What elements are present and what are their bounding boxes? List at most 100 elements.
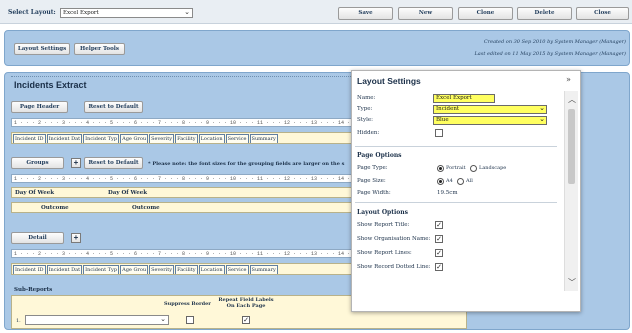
settings-scrollbar[interactable]: ︿ ﹀ (564, 91, 578, 291)
divider (355, 146, 557, 147)
show-organisation-name-checkbox[interactable]: ✓ (435, 235, 443, 243)
type-value: Incident (436, 106, 460, 112)
layout-select[interactable]: Excel Export ⌄ (60, 8, 193, 18)
layout-settings-button[interactable]: Layout Settings (14, 43, 70, 55)
group-label: Day Of Week (15, 190, 55, 196)
save-button[interactable]: Save (338, 7, 393, 20)
field-location[interactable]: Location (198, 134, 225, 143)
field-incident-date[interactable]: Incident Dat (46, 265, 83, 274)
scrollbar-thumb[interactable] (568, 109, 575, 184)
chevron-down-icon: ⌄ (184, 8, 190, 16)
a4-radio[interactable] (437, 178, 444, 185)
group-field: Day Of Week (108, 190, 148, 196)
field-location[interactable]: Location (198, 265, 225, 274)
field-incident-id[interactable]: Incident ID (13, 134, 46, 143)
detail-ruler: 1 · · · 2 · · · 3 · · · 4 · · · 5 · · · … (11, 249, 355, 258)
repeat-field-labels-checkbox[interactable]: ✓ (242, 316, 250, 324)
close-button[interactable]: Close (576, 7, 629, 20)
report-title: Incidents Extract (14, 80, 87, 90)
chevron-up-icon[interactable]: ︿ (568, 94, 576, 105)
chevron-down-icon: ⌄ (539, 105, 545, 112)
group-row-outcome[interactable]: Outcome Outcome (11, 202, 355, 213)
repeat-field-labels-label: Repeat Field Labels On Each Page (218, 297, 274, 309)
field-facility[interactable]: Facility (175, 265, 198, 274)
groups-button[interactable]: Groups (11, 157, 64, 169)
groups-font-note: * Please note: the font sizes for the gr… (148, 161, 345, 167)
helper-tools-button[interactable]: Helper Tools (74, 43, 125, 55)
portrait-radio[interactable] (437, 165, 444, 172)
field-incident-type[interactable]: Incident Typ (83, 134, 120, 143)
page-width-value: 19.5cm (437, 190, 458, 196)
checkmark-icon: ✓ (436, 249, 442, 257)
chevron-down-icon: ⌄ (160, 315, 166, 323)
layout-options-title: Layout Options (357, 209, 409, 216)
hidden-label: Hidden: (357, 130, 380, 136)
field-incident-id[interactable]: Incident ID (13, 265, 46, 274)
a4-label: A4 (446, 178, 453, 184)
new-button[interactable]: New (398, 7, 453, 20)
show-report-lines-label: Show Report Lines: (357, 250, 412, 256)
layout-settings-dialog: Layout Settings » Name: Excel Export Typ… (351, 70, 581, 312)
divider (355, 202, 557, 203)
field-summary[interactable]: Summary (249, 265, 278, 274)
page-header-ruler: 1 · · · 2 · · · 3 · · · 4 · · · 5 · · · … (11, 118, 355, 127)
page-size-label: Page Size: (357, 178, 386, 184)
double-chevron-icon[interactable]: » (566, 75, 571, 84)
page-header-fields: Incident ID Incident Dat Incident Typ Age G… (11, 132, 355, 144)
style-value: Blue (436, 117, 449, 123)
groups-ruler: 1 · · · 2 · · · 3 · · · 4 · · · 5 · · · … (11, 174, 355, 183)
add-detail-plus-icon[interactable]: + (71, 233, 81, 243)
landscape-label: Landscape (479, 165, 507, 171)
style-select[interactable]: Blue ⌄ (433, 116, 547, 125)
type-label: Type: (357, 106, 373, 112)
chevron-down-icon: ⌄ (539, 116, 545, 123)
layout-select-value: Excel Export (63, 10, 99, 16)
show-record-dotted-line-label: Show Record Dotted Line: (357, 264, 431, 270)
landscape-radio[interactable] (470, 165, 477, 172)
show-record-dotted-line-checkbox[interactable]: ✓ (435, 263, 443, 271)
delete-button[interactable]: Delete (517, 7, 572, 20)
name-label: Name: (357, 95, 376, 101)
add-group-plus-icon[interactable]: + (71, 158, 81, 168)
field-age-group[interactable]: Age Grou (120, 265, 149, 274)
field-severity[interactable]: Severity (149, 265, 175, 274)
layout-settings-title: Layout Settings (357, 76, 421, 86)
layout-toolbar-panel: Layout Settings Helper Tools Created on … (4, 30, 630, 66)
edited-info: Last edited on 11 May 2015 by System Man… (474, 51, 626, 57)
subreport-row-number: 1. (16, 318, 21, 324)
field-incident-type[interactable]: Incident Typ (83, 265, 120, 274)
show-report-title-checkbox[interactable]: ✓ (435, 221, 443, 229)
page-options-title: Page Options (357, 152, 402, 159)
field-service[interactable]: Service (225, 134, 249, 143)
field-service[interactable]: Service (225, 265, 249, 274)
field-incident-date[interactable]: Incident Dat (46, 134, 83, 143)
page-header-reset-button[interactable]: Reset to Default (84, 101, 143, 113)
page-width-label: Page Width: (357, 190, 391, 196)
type-select[interactable]: Incident ⌄ (433, 105, 547, 114)
name-input[interactable]: Excel Export (433, 94, 495, 103)
field-facility[interactable]: Facility (175, 134, 198, 143)
field-summary[interactable]: Summary (249, 134, 278, 143)
show-report-lines-checkbox[interactable]: ✓ (435, 249, 443, 257)
groups-reset-button[interactable]: Reset to Default (84, 157, 143, 169)
field-age-group[interactable]: Age Grou (120, 134, 149, 143)
clone-button[interactable]: Clone (458, 7, 513, 20)
all-label: All (466, 178, 473, 184)
checkmark-icon: ✓ (436, 263, 442, 271)
created-info: Created on 30 Sep 2010 by System Manager… (483, 39, 626, 45)
suppress-border-label: Suppress Border (164, 301, 211, 307)
title-divider (11, 76, 355, 77)
all-radio[interactable] (457, 178, 464, 185)
checkmark-icon: ✓ (436, 221, 442, 229)
group-field: Outcome (132, 205, 160, 211)
group-row-day-of-week[interactable]: Day Of Week Day Of Week (11, 187, 355, 198)
subreport-select[interactable]: ⌄ (25, 315, 169, 325)
detail-button[interactable]: Detail (11, 232, 64, 244)
hidden-checkbox[interactable] (435, 129, 443, 137)
field-severity[interactable]: Severity (149, 134, 175, 143)
show-report-title-label: Show Report Title: (357, 222, 410, 228)
page-header-button[interactable]: Page Header (11, 101, 68, 113)
suppress-border-checkbox[interactable] (186, 316, 194, 324)
checkmark-icon: ✓ (243, 316, 249, 324)
chevron-down-icon[interactable]: ﹀ (568, 277, 576, 288)
